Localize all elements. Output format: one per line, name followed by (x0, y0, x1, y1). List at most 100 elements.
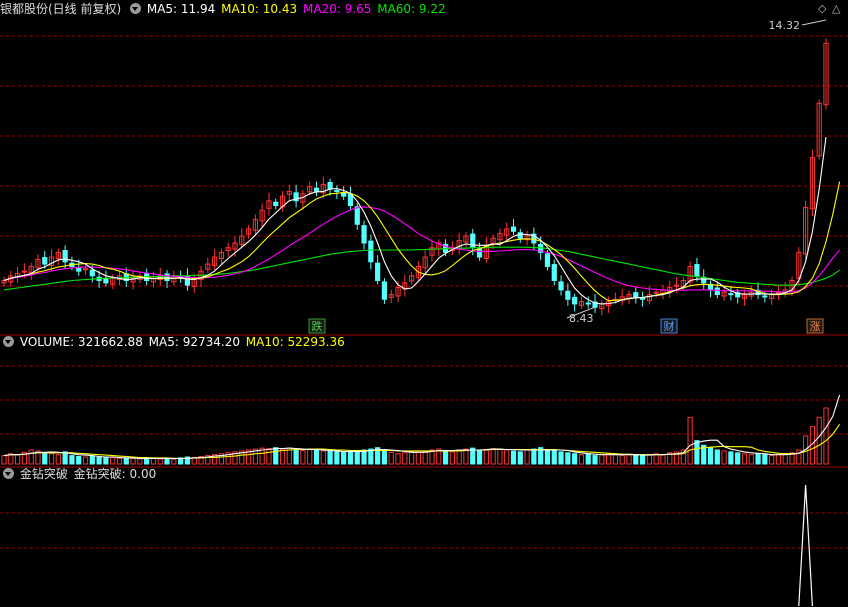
rise-marker-text: 涨 (810, 320, 821, 333)
volume-bar (123, 457, 129, 465)
volume-bar (646, 454, 652, 465)
candle-body (361, 225, 367, 244)
candle-body (673, 284, 680, 287)
candle-body (639, 297, 646, 300)
stock-chart: 14.32 8.43 跌 财 涨 (0, 19, 848, 607)
volume-bar (714, 449, 720, 465)
volume-bar (531, 448, 537, 465)
volume-bar (279, 448, 286, 465)
volume-bar (313, 449, 320, 465)
candle-body (517, 232, 523, 239)
volume-bar (42, 452, 48, 465)
volume-bar (816, 416, 822, 465)
indicator-line (798, 484, 813, 607)
volume-bar (517, 451, 523, 465)
volume-bar (558, 451, 564, 465)
volume-bar (354, 449, 360, 465)
candle-body (476, 248, 483, 258)
volume-bar (755, 453, 761, 465)
volume-bar (110, 456, 116, 465)
volume-bar (599, 454, 605, 465)
candle-body (368, 240, 374, 263)
ma10-line (3, 181, 841, 302)
candle-body (653, 291, 659, 294)
candle-body (89, 269, 95, 277)
candle-body (551, 264, 557, 281)
volume-ma10-line (3, 423, 841, 459)
volume-bar (293, 449, 299, 465)
candle-body (762, 295, 768, 298)
volume-bar (422, 450, 428, 465)
volume-bar (504, 449, 510, 465)
volume-bar (592, 455, 598, 465)
volume-bar (96, 456, 102, 465)
volume-bar (300, 449, 306, 465)
volume-bar (728, 451, 734, 465)
candle-body (558, 281, 564, 291)
candle-body (544, 253, 551, 267)
volume-bar (415, 450, 422, 465)
volume-bar (687, 416, 693, 465)
volume-bar (69, 455, 75, 465)
drop-marker-text: 跌 (312, 319, 323, 333)
volume-bar (1, 455, 7, 465)
volume-bar (341, 451, 347, 465)
candle-body (341, 192, 347, 197)
volume-bar (402, 452, 408, 465)
volume-bar (347, 450, 354, 465)
candle-body (42, 257, 48, 265)
volume-bar (164, 457, 170, 465)
candle-body (572, 296, 578, 305)
volume-bar (721, 450, 727, 465)
candle-body (164, 273, 170, 281)
candle-body (21, 270, 27, 273)
volume-bar (48, 453, 55, 465)
volume-bar (782, 453, 788, 465)
volume-bar (388, 451, 394, 465)
volume-bar (565, 452, 571, 465)
volume-bar (483, 449, 489, 465)
volume-bar (381, 449, 388, 465)
candle-body (694, 264, 700, 277)
low-price-label: 8.43 (569, 312, 594, 325)
volume-bar (544, 449, 551, 465)
candle-body (728, 293, 734, 296)
volume-bar (456, 449, 462, 465)
candle-body (62, 250, 68, 263)
candle-body (510, 226, 517, 232)
volume-bar (55, 454, 61, 465)
volume-bar (823, 407, 829, 465)
volume-bar (660, 454, 666, 465)
candle-body (633, 292, 639, 298)
volume-bar (551, 450, 557, 465)
volume-bar (320, 450, 326, 465)
candle-body (313, 187, 320, 192)
volume-bar (307, 449, 313, 465)
volume-bar (626, 454, 632, 465)
candle-body (273, 201, 279, 206)
volume-bar (606, 453, 612, 465)
volume-bar (735, 452, 741, 465)
volume-bar (762, 454, 768, 465)
volume-bar (14, 454, 21, 465)
volume-bar (171, 458, 177, 465)
volume-bar (769, 455, 775, 465)
volume-ma5-line (3, 394, 841, 459)
volume-bar (612, 454, 619, 465)
candle-body (375, 262, 381, 281)
volume-bar (748, 454, 754, 465)
volume-bar (408, 451, 415, 465)
candle-body (585, 302, 591, 305)
volume-bar (572, 453, 578, 465)
volume-bar (266, 448, 272, 465)
volume-bar (442, 450, 449, 465)
volume-bar (578, 454, 585, 465)
volume-bar (157, 458, 163, 465)
volume-bar (327, 450, 333, 465)
volume-bar (28, 449, 34, 465)
candle-body (103, 278, 109, 284)
volume-bar (76, 456, 82, 465)
volume-bar (497, 448, 503, 465)
volume-bar (144, 457, 150, 465)
volume-bar (639, 455, 646, 465)
